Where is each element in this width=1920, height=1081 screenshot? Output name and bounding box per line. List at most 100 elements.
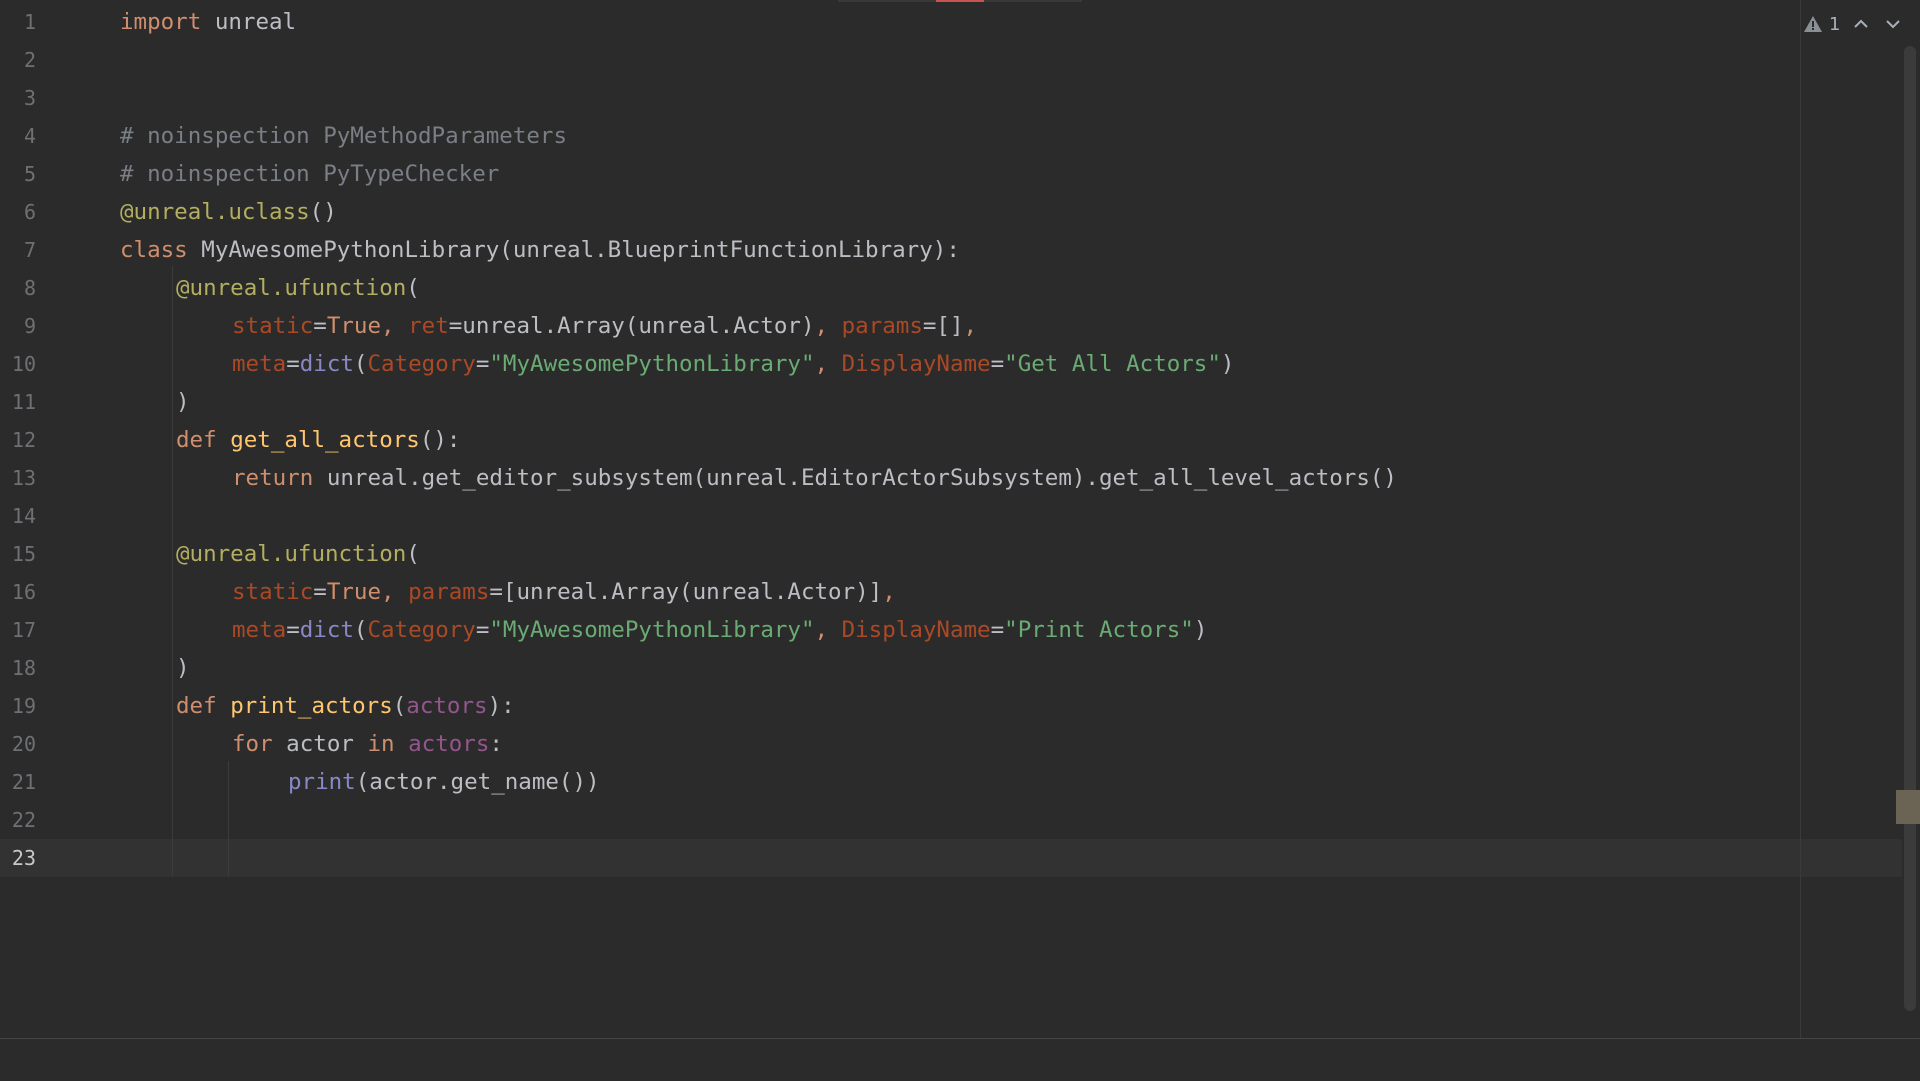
code-text: = bbox=[475, 617, 490, 643]
code-text: = bbox=[475, 351, 490, 377]
builtin: dict bbox=[299, 617, 354, 643]
code-text: = bbox=[922, 313, 937, 339]
code-line[interactable]: static=True, params=[unreal.Array(unreal… bbox=[232, 573, 896, 611]
named-argument: Category bbox=[367, 351, 476, 377]
warning-count: 1 bbox=[1829, 13, 1841, 35]
punctuation: , bbox=[963, 313, 978, 339]
code-text: ( bbox=[353, 351, 368, 377]
code-line[interactable]: meta=dict(Category="MyAwesomePythonLibra… bbox=[232, 611, 1207, 649]
function-name: print_actors bbox=[230, 693, 393, 719]
keyword: for bbox=[232, 731, 273, 757]
code-area[interactable]: import unreal # noinspection PyMethodPar… bbox=[0, 0, 1800, 1038]
code-text: ) bbox=[176, 389, 190, 415]
punctuation: , bbox=[381, 313, 409, 339]
keyword: in bbox=[367, 731, 395, 757]
code-line[interactable]: # noinspection PyMethodParameters bbox=[120, 117, 567, 155]
code-text: = bbox=[489, 579, 503, 605]
code-line[interactable]: print(actor.get_name()) bbox=[288, 763, 600, 801]
comment: # noinspection PyMethodParameters bbox=[120, 123, 568, 149]
code-line[interactable]: class MyAwesomePythonLibrary(unreal.Blue… bbox=[120, 231, 960, 269]
punctuation: , bbox=[814, 617, 842, 643]
code-text: (actor.get_name()) bbox=[355, 769, 600, 795]
code-text: actor bbox=[272, 731, 368, 757]
code-line[interactable]: ) bbox=[176, 383, 190, 421]
punctuation: , bbox=[814, 313, 842, 339]
code-text: [unreal.Array(unreal.Actor)] bbox=[502, 579, 883, 605]
code-editor[interactable]: 1 2 3 4 5 6 7 8 9 10 11 12 13 14 15 16 1… bbox=[0, 0, 1920, 1038]
punctuation: , bbox=[814, 351, 842, 377]
code-text: ): bbox=[487, 693, 515, 719]
parameter: actors bbox=[408, 731, 490, 757]
comment: # noinspection PyTypeChecker bbox=[120, 161, 500, 187]
decorator: @unreal.ufunction bbox=[176, 275, 407, 301]
chevron-down-icon[interactable] bbox=[1882, 13, 1904, 35]
code-text: ( bbox=[353, 617, 368, 643]
code-text: unreal.Array(unreal.Actor) bbox=[462, 313, 815, 339]
builtin: dict bbox=[299, 351, 354, 377]
code-text: ) bbox=[1220, 351, 1235, 377]
string-literal: "Get All Actors" bbox=[1004, 351, 1221, 377]
named-argument: params bbox=[408, 579, 490, 605]
string-literal: "MyAwesomePythonLibrary" bbox=[489, 351, 815, 377]
code-line[interactable]: import unreal bbox=[120, 3, 296, 41]
string-literal: "MyAwesomePythonLibrary" bbox=[489, 617, 815, 643]
code-text: ( bbox=[406, 541, 420, 567]
vertical-scrollbar[interactable] bbox=[1904, 46, 1916, 1011]
decorator: @unreal.uclass bbox=[120, 199, 310, 225]
code-text: = bbox=[313, 313, 327, 339]
named-argument: meta bbox=[232, 351, 287, 377]
named-argument: ret bbox=[408, 313, 449, 339]
code-text: unreal.get_editor_subsystem(unreal.Edito… bbox=[313, 465, 1397, 491]
punctuation: , bbox=[882, 579, 896, 605]
named-argument: DisplayName bbox=[841, 351, 991, 377]
code-line[interactable]: for actor in actors: bbox=[232, 725, 503, 763]
decorator: @unreal.ufunction bbox=[176, 541, 407, 567]
code-line[interactable]: return unreal.get_editor_subsystem(unrea… bbox=[232, 459, 1397, 497]
chevron-up-icon[interactable] bbox=[1850, 13, 1872, 35]
named-argument: meta bbox=[232, 617, 287, 643]
code-text: ) bbox=[176, 655, 190, 681]
code-text: ( bbox=[392, 693, 407, 719]
code-line[interactable]: @unreal.uclass() bbox=[120, 193, 337, 231]
code-text: = bbox=[286, 351, 300, 377]
code-text: MyAwesomePythonLibrary(unreal.BlueprintF… bbox=[187, 237, 960, 263]
named-argument: DisplayName bbox=[841, 617, 991, 643]
keyword: def bbox=[176, 693, 217, 719]
code-text: (): bbox=[419, 427, 461, 453]
code-line[interactable]: ) bbox=[176, 649, 190, 687]
keyword: return bbox=[232, 465, 314, 491]
function-name: get_all_actors bbox=[230, 427, 420, 453]
code-text: = bbox=[990, 617, 1005, 643]
named-argument: params bbox=[841, 313, 923, 339]
code-text: = bbox=[313, 579, 327, 605]
code-line[interactable]: def get_all_actors(): bbox=[176, 421, 460, 459]
code-line[interactable]: @unreal.ufunction( bbox=[176, 535, 420, 573]
code-line[interactable]: @unreal.ufunction( bbox=[176, 269, 420, 307]
parameter: actors bbox=[406, 693, 488, 719]
code-text: () bbox=[309, 199, 337, 225]
status-bar bbox=[0, 1038, 1920, 1081]
builtin: print bbox=[288, 769, 356, 795]
code-text: ( bbox=[406, 275, 420, 301]
keyword: True bbox=[326, 313, 382, 339]
inspection-widget[interactable]: 1 bbox=[1800, 8, 1920, 40]
code-line[interactable]: meta=dict(Category="MyAwesomePythonLibra… bbox=[232, 345, 1234, 383]
named-argument: Category bbox=[367, 617, 476, 643]
code-text: : bbox=[489, 731, 503, 757]
keyword: class bbox=[120, 237, 188, 263]
named-argument: static bbox=[232, 579, 314, 605]
warning-triangle-icon[interactable] bbox=[1803, 15, 1823, 33]
code-text: unreal bbox=[201, 9, 297, 35]
code-line[interactable]: static=True, ret=unreal.Array(unreal.Act… bbox=[232, 307, 977, 345]
keyword: True bbox=[326, 579, 382, 605]
named-argument: static bbox=[232, 313, 314, 339]
scrollbar-marker[interactable] bbox=[1896, 790, 1920, 824]
editor-right-divider bbox=[1800, 0, 1801, 1038]
keyword: def bbox=[176, 427, 217, 453]
code-line[interactable]: def print_actors(actors): bbox=[176, 687, 515, 725]
code-line[interactable]: # noinspection PyTypeChecker bbox=[120, 155, 499, 193]
code-text: = bbox=[448, 313, 463, 339]
punctuation: , bbox=[381, 579, 409, 605]
